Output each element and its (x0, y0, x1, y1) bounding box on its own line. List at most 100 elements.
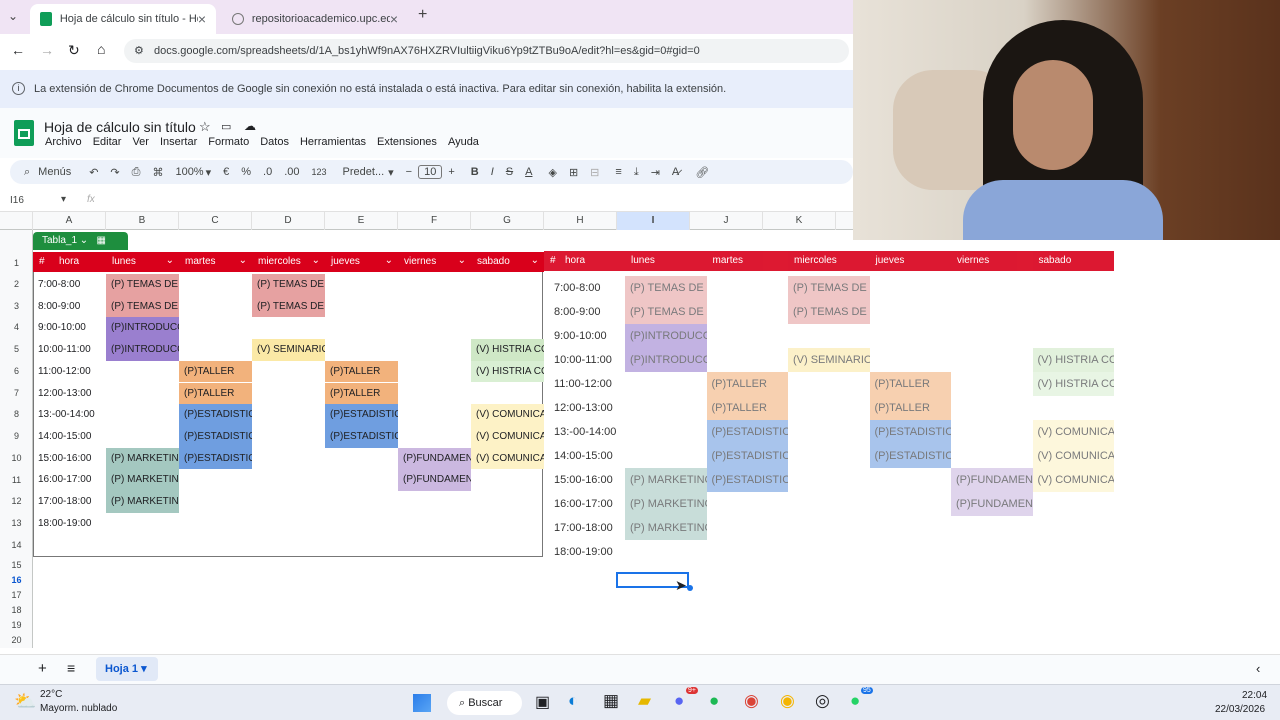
event-cell[interactable]: (P) TEMAS DE H (252, 274, 325, 296)
event-cell[interactable]: (V) SEMINARIO (252, 339, 325, 361)
hour-cell[interactable]: 9:00-10:00 (33, 317, 106, 338)
print-icon[interactable]: ⎙ (132, 166, 141, 179)
row-header[interactable]: 17 (0, 590, 33, 600)
row-header[interactable]: 7 (0, 388, 33, 398)
app-icon[interactable]: ◎ (815, 691, 830, 711)
filter-chevron-icon[interactable]: ⌄ (166, 251, 174, 271)
tab-list-chevron-icon[interactable]: ⌄ (8, 9, 18, 23)
column-header-selected[interactable]: I (617, 212, 690, 230)
column-header[interactable]: G (471, 212, 544, 230)
column-header[interactable]: H (544, 212, 617, 230)
font-select[interactable]: Predet... (343, 166, 385, 178)
more-formats-button[interactable]: 123 (312, 167, 327, 177)
italic-button[interactable]: I (491, 166, 494, 178)
row-header[interactable]: 8 (0, 409, 33, 419)
header-cell-viernes[interactable]: viernes ⌄ (398, 252, 471, 272)
row-header[interactable]: 16 (0, 575, 33, 585)
taskbar-search[interactable]: ⌕ Buscar (447, 691, 522, 715)
event-cell[interactable]: (P)FUNDAMENT (398, 447, 471, 470)
windows-start-icon[interactable] (413, 694, 431, 712)
rotate-icon[interactable]: A̷ (672, 166, 679, 178)
menu-herramientas[interactable]: Herramientas (300, 136, 366, 148)
event-cell[interactable]: (P) TEMAS DE H (106, 274, 179, 296)
column-header[interactable]: K (763, 212, 836, 230)
column-header[interactable]: E (325, 212, 398, 230)
hour-cell[interactable]: 8:00-9:00 (33, 296, 106, 317)
increase-font-icon[interactable]: + (448, 166, 454, 178)
row-header[interactable]: 1 (0, 258, 33, 268)
sheet-tab-hoja1[interactable]: Hoja 1 ▾ (96, 657, 158, 681)
site-info-icon[interactable]: ⚙ (134, 39, 144, 63)
paint-format-icon[interactable]: ⌘ (152, 166, 163, 179)
header-cell-lunes[interactable]: lunes ⌄ (106, 252, 179, 272)
new-tab-icon[interactable]: + (418, 6, 427, 24)
menu-ayuda[interactable]: Ayuda (448, 136, 479, 148)
url-field[interactable]: ⚙ docs.google.com/spreadsheets/d/1A_bs1y… (124, 39, 849, 63)
hour-cell[interactable]: 16:00-17:00 (33, 469, 106, 490)
merge-cells-icon[interactable]: ⊟ (590, 166, 599, 179)
event-cell[interactable]: (P)ESTADISTICA (179, 447, 252, 470)
spotify-icon[interactable]: ● (709, 691, 719, 711)
chevron-down-icon[interactable]: ▾ (61, 194, 66, 205)
hour-cell[interactable]: 12:00-13:00 (33, 383, 106, 404)
home-icon[interactable]: ⌂ (97, 41, 105, 57)
column-header[interactable]: C (179, 212, 252, 230)
row-header[interactable]: 6 (0, 366, 33, 376)
clock-time[interactable]: 22:04 (1242, 690, 1267, 701)
row-header[interactable]: 10 (0, 453, 33, 463)
header-cell-miercoles[interactable]: miercoles ⌄ (252, 252, 325, 272)
hour-cell[interactable]: 15:00-16:00 (33, 448, 106, 469)
chrome-icon[interactable]: ◉ (744, 691, 759, 711)
name-box[interactable]: I16 (10, 195, 24, 206)
redo-icon[interactable]: ↷ (110, 166, 119, 179)
font-size-input[interactable]: 10 (418, 165, 443, 179)
task-view-icon[interactable]: ▣ (535, 692, 550, 712)
column-header[interactable]: F (398, 212, 471, 230)
edge-icon[interactable]: ◐ (568, 691, 578, 711)
header-cell-martes[interactable]: martes ⌄ (179, 252, 252, 272)
browser-tab-sheets[interactable]: Hoja de cálculo sin título - Hoja × (30, 4, 216, 34)
event-cell[interactable]: (P) TEMAS DE H (252, 295, 325, 318)
browser-tab-repositorio[interactable]: repositorioacademico.upc.edu.p × (222, 4, 408, 34)
row-header[interactable]: 14 (0, 540, 33, 550)
row-header[interactable]: 11 (0, 475, 33, 485)
align-icon[interactable]: ≡ (615, 166, 621, 178)
event-cell[interactable]: (V) COMUNICAC (471, 404, 544, 426)
event-cell[interactable]: (P)FUNDAMENT (398, 469, 471, 491)
hour-cell[interactable]: 10:00-11:00 (33, 339, 106, 360)
wrap-icon[interactable]: ⇥ (651, 166, 660, 179)
sheets-logo-icon[interactable] (14, 120, 34, 146)
filter-chevron-icon[interactable]: ⌄ (531, 251, 539, 271)
event-cell[interactable]: (P) MARKETING (106, 491, 179, 513)
menus-search[interactable]: Menús (38, 166, 71, 178)
event-cell[interactable]: (V) HISTRIA CO (471, 339, 544, 361)
percent-button[interactable]: % (241, 166, 251, 178)
header-cell-sabado[interactable]: sabado ⌄ (471, 252, 544, 272)
column-header[interactable]: B (106, 212, 179, 230)
close-tab-icon[interactable]: × (390, 11, 398, 27)
event-cell[interactable]: (P)TALLER (325, 360, 398, 383)
undo-icon[interactable]: ↶ (89, 166, 98, 179)
menu-editar[interactable]: Editar (93, 136, 122, 148)
decrease-decimal-button[interactable]: .0 (263, 166, 272, 178)
borders-icon[interactable]: ⊞ (569, 166, 578, 179)
event-cell[interactable]: (P)ESTADISTICA (179, 404, 252, 426)
event-cell[interactable]: (P)INTRODUCCI (106, 339, 179, 361)
row-header[interactable]: 12 (0, 496, 33, 506)
event-cell[interactable]: (P)TALLER (179, 360, 252, 383)
close-tab-icon[interactable]: × (198, 11, 206, 27)
menu-ver[interactable]: Ver (132, 136, 149, 148)
store-icon[interactable]: ▦ (603, 691, 619, 711)
header-cell-hora[interactable]: hora (53, 252, 106, 272)
chevron-down-icon[interactable]: ▾ (388, 166, 394, 179)
event-cell[interactable]: (P) MARKETING (106, 469, 179, 491)
row-header[interactable]: 15 (0, 560, 33, 570)
hour-cell[interactable]: 14:00-15:00 (33, 426, 106, 447)
menu-formato[interactable]: Formato (208, 136, 249, 148)
filter-chevron-icon[interactable]: ⌄ (458, 251, 466, 271)
doc-title[interactable]: Hoja de cálculo sin título (44, 119, 196, 135)
bold-button[interactable]: B (471, 166, 479, 178)
star-icon[interactable]: ☆ (199, 119, 211, 135)
row-header[interactable]: 18 (0, 605, 33, 615)
hour-cell[interactable]: 7:00-8:00 (33, 274, 106, 295)
